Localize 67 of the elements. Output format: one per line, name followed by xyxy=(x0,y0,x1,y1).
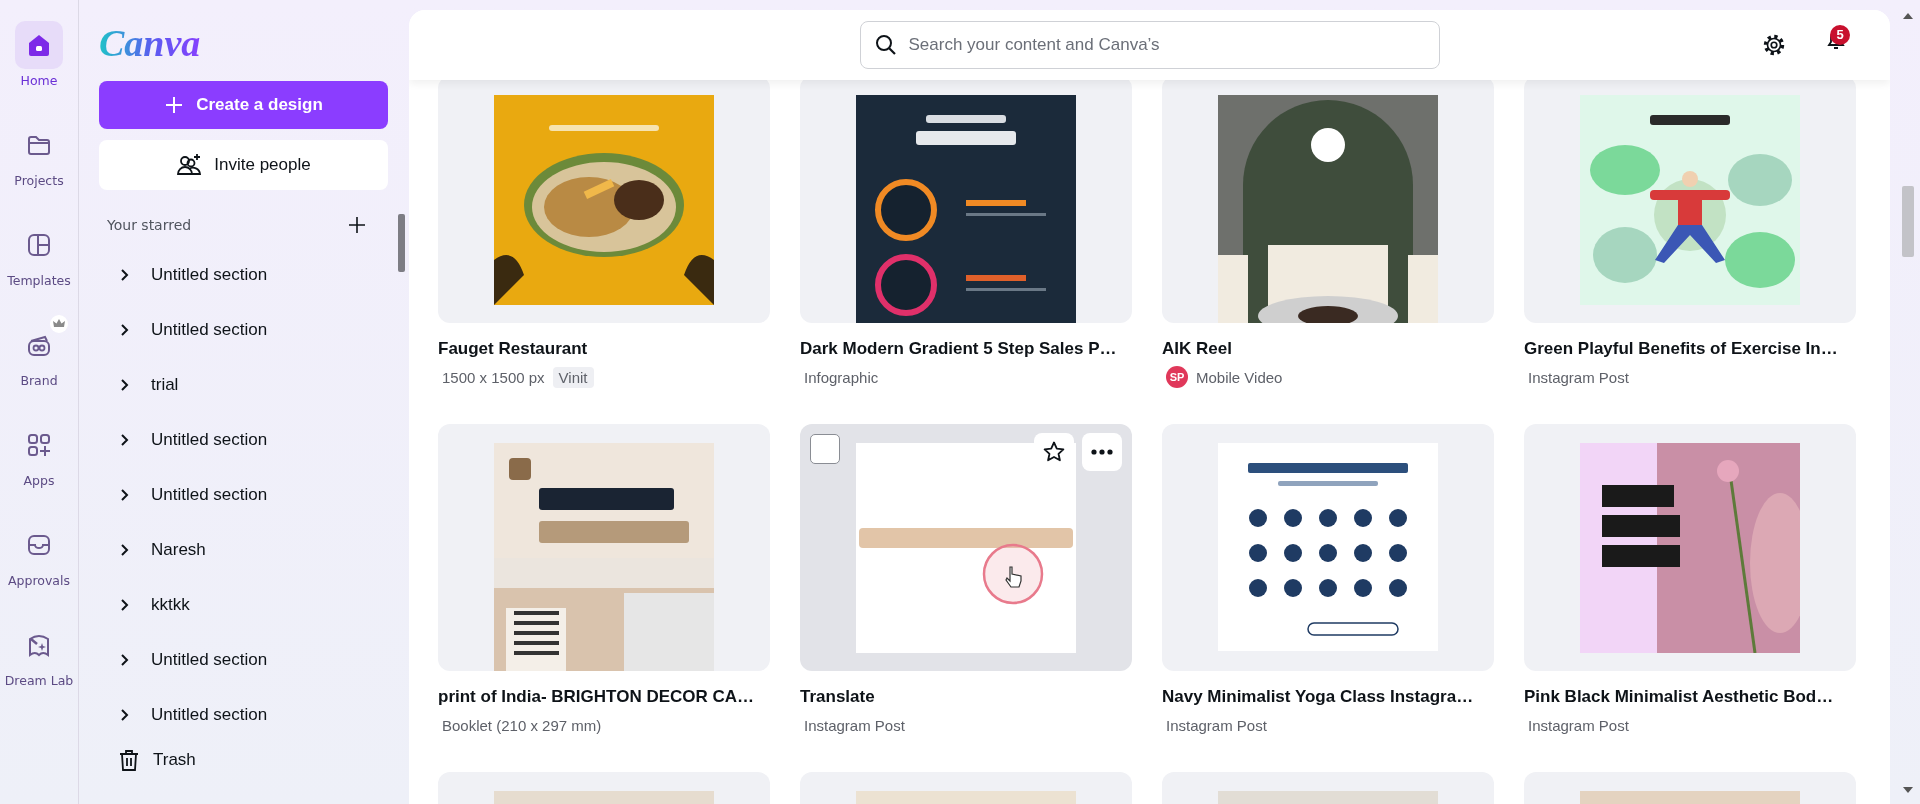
more-icon xyxy=(1090,448,1114,456)
nav-label: Approvals xyxy=(8,573,70,589)
invite-button[interactable]: Invite people xyxy=(99,140,388,190)
cursor-icon xyxy=(982,543,1044,605)
create-design-button[interactable]: Create a design xyxy=(99,81,388,129)
trash-link[interactable]: Trash xyxy=(99,745,388,775)
scroll-up-icon[interactable] xyxy=(1903,12,1913,20)
design-type: Instagram Post xyxy=(1528,368,1629,386)
starred-item[interactable]: Untitled section xyxy=(99,467,388,522)
nav-label: Apps xyxy=(23,473,55,489)
select-checkbox[interactable] xyxy=(810,434,840,464)
design-thumbnail[interactable] xyxy=(438,80,770,323)
starred-item[interactable]: Untitled section xyxy=(99,247,388,302)
design-type: Mobile Video xyxy=(1196,368,1283,386)
trash-icon xyxy=(117,748,141,772)
starred-item[interactable]: Untitled section xyxy=(99,687,388,742)
nav-label: Brand xyxy=(20,373,58,389)
design-type: Instagram Post xyxy=(1166,716,1267,734)
search-icon xyxy=(873,33,898,57)
starred-item[interactable]: Untitled section xyxy=(99,632,388,687)
star-icon xyxy=(1042,440,1066,464)
add-button[interactable] xyxy=(348,216,366,234)
design-thumbnail[interactable] xyxy=(1524,80,1856,323)
design-thumbnail[interactable] xyxy=(800,80,1132,323)
add-people-icon xyxy=(176,152,203,178)
apps-icon xyxy=(25,431,53,459)
design-thumbnail[interactable] xyxy=(1162,424,1494,671)
design-title[interactable]: AIK Reel xyxy=(1162,338,1494,360)
search-field[interactable]: Search your content and Canva’s xyxy=(859,21,1440,69)
layout-icon xyxy=(25,231,53,259)
design-title[interactable]: Green Playful Benefits of Exercise In… xyxy=(1524,338,1856,360)
owner-avatar: SP xyxy=(1166,366,1188,388)
nav-button[interactable] xyxy=(15,21,63,69)
design-thumbnail[interactable] xyxy=(1162,80,1494,323)
notification-badge: 5 xyxy=(1830,25,1850,45)
design-thumbnail[interactable] xyxy=(800,424,1132,671)
nav-label: Templates xyxy=(7,273,71,289)
design-title[interactable]: Dark Modern Gradient 5 Step Sales P… xyxy=(800,338,1132,360)
scrollbar-thumb[interactable] xyxy=(1902,186,1914,257)
design-title[interactable]: Navy Minimalist Yoga Class Instagra… xyxy=(1162,686,1494,708)
starred-item[interactable]: trial xyxy=(99,357,388,412)
notifications-button[interactable]: 5 xyxy=(1822,25,1850,53)
design-thumbnail[interactable] xyxy=(438,424,770,671)
starred-item[interactable]: Untitled section xyxy=(99,412,388,467)
design-title[interactable]: Pink Black Minimalist Aesthetic Bod… xyxy=(1524,686,1856,708)
owner-tag: Vinit xyxy=(552,366,594,388)
nav-label: Projects xyxy=(14,173,64,189)
scrollbar-thumb[interactable] xyxy=(398,214,405,272)
starred-item[interactable]: kktkk xyxy=(99,577,388,632)
scroll-down-icon[interactable] xyxy=(1903,786,1913,794)
design-type: Booklet (210 x 297 mm) xyxy=(442,716,602,734)
design-thumbnail[interactable] xyxy=(1524,424,1856,671)
section-heading: Your starred xyxy=(107,217,192,233)
settings-icon xyxy=(1761,32,1787,58)
starred-item[interactable]: Untitled section xyxy=(99,302,388,357)
more-button[interactable] xyxy=(1082,433,1122,471)
design-type: Infographic xyxy=(804,368,879,386)
nav-label: Home xyxy=(20,73,58,89)
design-title[interactable]: Fauget Restaurant xyxy=(438,338,770,360)
design-title[interactable]: Translate xyxy=(800,686,1132,708)
starred-item[interactable]: Naresh xyxy=(99,522,388,577)
design-type: Instagram Post xyxy=(804,716,905,734)
design-type: Instagram Post xyxy=(1528,716,1629,734)
design-type: 1500 x 1500 px xyxy=(442,368,545,386)
nav-label: Dream Lab xyxy=(4,673,74,689)
design-title[interactable]: print of India- BRIGHTON DECOR CA… xyxy=(438,686,770,708)
plus-icon xyxy=(164,95,185,115)
